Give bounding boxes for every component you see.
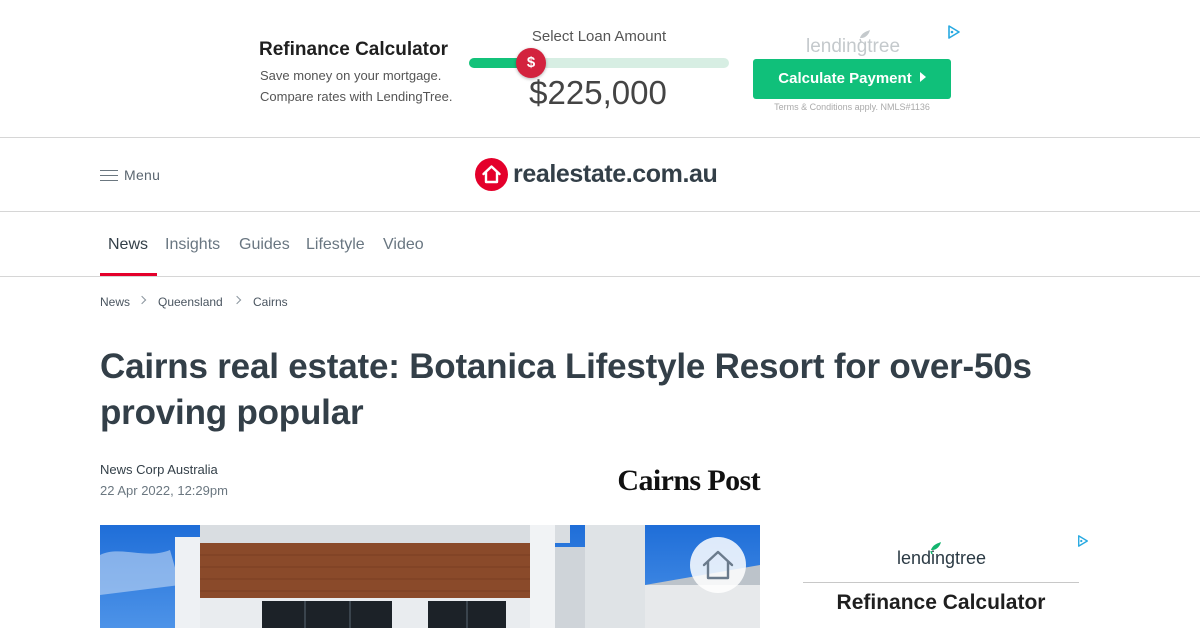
top-ad-banner[interactable]: Refinance Calculator Save money on your … (0, 0, 1200, 138)
lendingtree-logo[interactable]: lendingtree (804, 30, 900, 57)
lendingtree-logo-side[interactable]: lendingtree (893, 541, 989, 569)
ad-desc-line-1: Save money on your mortgage. (260, 68, 442, 83)
lendingtree-wordmark-side: lendingtree (897, 548, 986, 568)
hero-image (100, 525, 760, 628)
menu-button[interactable]: Menu (100, 164, 160, 186)
side-ad-title: Refinance Calculator (836, 591, 1046, 614)
active-tab-indicator (100, 273, 157, 276)
nav-tab-news[interactable]: News (108, 212, 148, 276)
chevron-right-icon (232, 295, 242, 305)
article-headline: Cairns real estate: Botanica Lifestyle R… (100, 344, 1090, 436)
loan-slider-label: Select Loan Amount (531, 28, 667, 45)
adchoices-icon[interactable] (1077, 535, 1089, 547)
site-logo[interactable]: realestate.com.au (475, 157, 718, 191)
menu-label: Menu (124, 167, 161, 183)
calculate-payment-button[interactable]: Calculate Payment (753, 59, 951, 99)
site-header: Menu realestate.com.au (0, 139, 1200, 212)
house-logo-icon (475, 157, 508, 191)
loan-amount-value: $225,000 (529, 74, 667, 111)
ad-title: Refinance Calculator (259, 39, 448, 60)
nav-tab-video[interactable]: Video (383, 212, 424, 276)
headline-line-1: Cairns real estate: Botanica Lifestyle R… (100, 347, 1032, 386)
masthead-logo: Cairns Post (617, 464, 760, 497)
nav-tab-guides[interactable]: Guides (239, 212, 290, 276)
save-home-icon (702, 550, 734, 580)
nav-tab-lifestyle[interactable]: Lifestyle (306, 212, 365, 276)
breadcrumb-news[interactable]: News (100, 295, 130, 309)
headline-line-2: proving popular (100, 393, 364, 432)
menu-icon (100, 169, 118, 182)
breadcrumb-queensland[interactable]: Queensland (158, 295, 223, 309)
ad-description: Save money on your mortgage. Compare rat… (260, 65, 452, 107)
play-arrow-icon (919, 72, 926, 82)
side-ad-divider (803, 582, 1079, 583)
section-nav: News Insights Guides Lifestyle Video (0, 212, 1200, 277)
calculate-payment-label: Calculate Payment (778, 70, 912, 87)
chevron-right-icon (137, 295, 147, 305)
article-author: News Corp Australia (100, 462, 218, 477)
adchoices-icon[interactable] (947, 25, 961, 39)
ad-terms: Terms & Conditions apply. NMLS#1136 (774, 102, 930, 112)
loan-amount-slider[interactable] (469, 58, 729, 68)
nav-tab-insights[interactable]: Insights (165, 212, 220, 276)
lendingtree-wordmark: lendingtree (806, 36, 900, 56)
breadcrumb-cairns[interactable]: Cairns (253, 295, 288, 309)
logo-wordmark: realestate.com.au (513, 159, 718, 188)
ad-desc-line-2: Compare rates with LendingTree. (260, 89, 453, 104)
save-property-button[interactable] (690, 537, 746, 593)
article-date: 22 Apr 2022, 12:29pm (100, 483, 228, 498)
